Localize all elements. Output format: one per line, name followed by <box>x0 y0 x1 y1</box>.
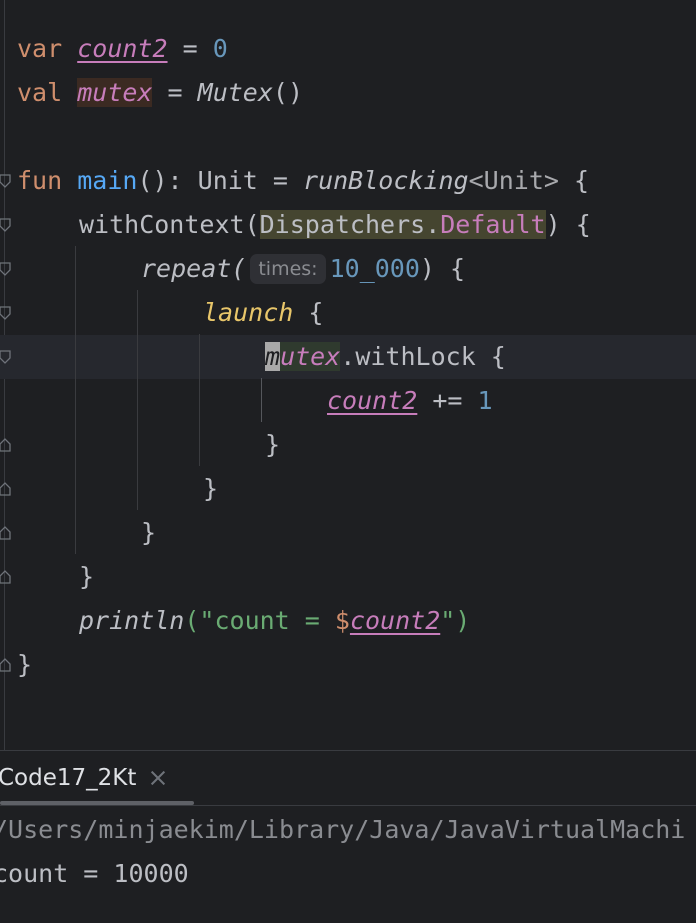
indent-guide <box>75 246 76 554</box>
fold-open-icon[interactable] <box>0 218 11 232</box>
fold-close-icon[interactable] <box>0 570 11 584</box>
code-line[interactable]: } <box>141 511 156 555</box>
type-argument: <Unit> <box>468 166 559 195</box>
number-literal: 0 <box>212 34 228 63</box>
string-literal: ("count = <box>184 606 335 635</box>
code-line[interactable]: var count2 = 0 <box>17 27 228 71</box>
code-line-current[interactable]: mutex.withLock { <box>265 335 506 379</box>
function-call-withlock: .withLock { <box>340 342 506 371</box>
function-call-println: println <box>79 606 185 635</box>
variable-count2: count2 <box>327 386 418 415</box>
punctuation: () <box>272 78 304 107</box>
code-line[interactable]: } <box>79 555 94 599</box>
code-line[interactable]: withContext(Dispatchers.Default) { <box>79 203 591 247</box>
indent-guide <box>261 378 262 422</box>
code-editor[interactable]: var count2 = 0 val mutex = Mutex() fun m… <box>0 0 696 750</box>
variable-mutex: mutex <box>77 78 153 107</box>
console-output-line: count = 10000 <box>0 859 189 888</box>
indent-guide <box>137 290 138 510</box>
run-tab[interactable]: Code17_2Kt <box>0 751 196 805</box>
string-literal-end: ") <box>440 606 471 635</box>
brace: } <box>203 474 219 503</box>
operator: += <box>417 386 478 415</box>
fold-open-icon[interactable] <box>0 306 11 320</box>
brace: } <box>17 650 33 679</box>
fold-close-icon[interactable] <box>0 526 11 540</box>
keyword-val: val <box>17 78 63 107</box>
text-caret[interactable]: m <box>265 342 281 371</box>
fold-close-icon[interactable] <box>0 482 11 496</box>
number-literal: 10_000 <box>329 254 420 283</box>
keyword-fun: fun <box>17 166 63 195</box>
brace: ) { <box>545 210 591 239</box>
variable-count2: count2 <box>77 34 168 63</box>
code-line[interactable]: repeat(times: 10_000) { <box>141 247 465 291</box>
code-line[interactable]: } <box>17 643 32 687</box>
function-call-withcontext: withContext( <box>79 210 260 239</box>
console-command-line: /Users/minjaekim/Library/Java/JavaVirtua… <box>0 815 686 844</box>
code-line[interactable]: count2 += 1 <box>327 379 493 423</box>
template-sign: $ <box>334 606 350 635</box>
operator: = <box>167 34 213 63</box>
brace: ) { <box>419 254 466 283</box>
code-line[interactable]: val mutex = Mutex() <box>17 71 303 115</box>
function-call-repeat: repeat( <box>141 254 247 283</box>
operator: = <box>257 166 304 195</box>
brace: } <box>265 430 281 459</box>
variable-count2: count2 <box>349 606 441 635</box>
brace: { <box>558 166 590 195</box>
close-icon[interactable] <box>150 770 166 786</box>
function-call-launch: launch <box>203 298 294 327</box>
fold-open-icon[interactable] <box>0 350 11 364</box>
code-line[interactable]: println("count = $count2") <box>79 599 470 643</box>
indent-guide <box>199 334 200 466</box>
function-name-main: main <box>77 166 138 195</box>
fold-open-icon[interactable] <box>0 262 11 276</box>
variable-mutex: utex <box>280 342 341 371</box>
code-line[interactable]: launch { <box>203 291 323 335</box>
fold-close-icon[interactable] <box>0 438 11 452</box>
divider <box>0 805 696 806</box>
code-line[interactable]: } <box>203 467 218 511</box>
punctuation: (): <box>137 166 198 195</box>
number-literal: 1 <box>477 386 493 415</box>
dispatchers-object: Dispatchers. <box>259 210 441 239</box>
brace: { <box>293 298 324 327</box>
default-property: Default <box>440 210 546 239</box>
brace: } <box>79 562 95 591</box>
run-tab-label: Code17_2Kt <box>0 765 137 791</box>
brace: } <box>141 518 157 547</box>
constructor-call: Mutex <box>197 78 273 107</box>
function-call-runblocking: runBlocking <box>303 166 469 195</box>
code-line[interactable]: fun main(): Unit = runBlocking<Unit> { <box>17 159 589 203</box>
operator: = <box>152 78 198 107</box>
code-line[interactable]: } <box>265 423 280 467</box>
type-unit: Unit <box>197 166 258 195</box>
parameter-hint: times: <box>250 254 326 284</box>
run-tool-window: Code17_2Kt /Users/minjaekim/Library/Java… <box>0 750 696 923</box>
fold-close-icon[interactable] <box>0 658 11 672</box>
keyword-var: var <box>17 34 63 63</box>
fold-open-icon[interactable] <box>0 174 11 188</box>
